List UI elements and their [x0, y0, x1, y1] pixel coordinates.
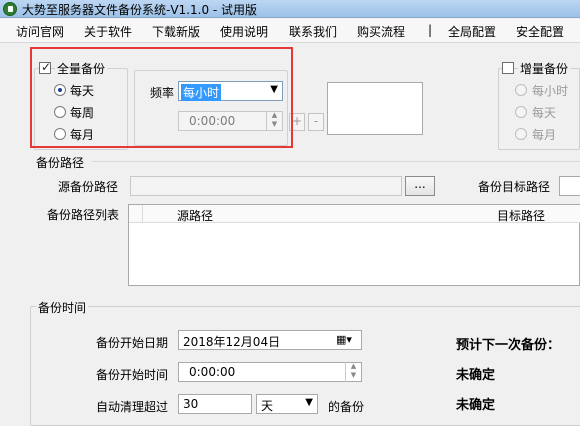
inc-radio-monthly[interactable] — [515, 128, 527, 140]
cleanup-suffix: 的备份 — [328, 400, 365, 414]
highlight-box — [30, 47, 293, 148]
start-time-value: 0:00:00 — [189, 365, 236, 379]
chevron-down-icon: ▼ — [305, 397, 313, 408]
window-title: 大势至服务器文件备份系统-V1.1.0 - 试用版 — [22, 3, 258, 17]
menu-bar: 访问官网 关于软件 下载新版 使用说明 联系我们 购买流程 | 全局配置 安全配… — [0, 19, 580, 43]
title-bar: 大势至服务器文件备份系统-V1.1.0 - 试用版 — [0, 0, 580, 18]
section-divider — [92, 161, 580, 162]
start-time-spinner[interactable]: ▲ ▼ — [345, 362, 361, 382]
menu-global-config[interactable]: 全局配置 — [448, 23, 496, 40]
row-selector-header — [129, 205, 143, 223]
remove-time-button[interactable]: - — [308, 113, 324, 131]
start-date-label: 备份开始日期 — [96, 336, 169, 350]
inc-radio-daily-label: 每天 — [532, 106, 557, 120]
inc-radio-monthly-label: 每月 — [532, 128, 557, 142]
start-date-value: 2018年12月04日 — [183, 335, 281, 349]
start-date-input[interactable]: 2018年12月04日 — [178, 330, 362, 350]
column-source-path[interactable]: 源路径 — [177, 207, 213, 224]
cleanup-days-input[interactable]: 30 — [178, 394, 252, 414]
incremental-backup-label: 增量备份 — [518, 60, 571, 77]
start-time-label: 备份开始时间 — [96, 368, 169, 382]
menu-contact[interactable]: 联系我们 — [289, 23, 337, 40]
target-path-label: 备份目标路径 — [478, 180, 551, 194]
column-target-path[interactable]: 目标路径 — [497, 207, 545, 224]
menu-separator: | — [428, 23, 433, 37]
table-header: 源路径 目标路径 — [129, 205, 580, 223]
menu-usage[interactable]: 使用说明 — [220, 23, 268, 40]
next-backup-value: 未确定 — [456, 368, 496, 383]
menu-purchase[interactable]: 购买流程 — [357, 23, 405, 40]
inc-radio-hourly-label: 每小时 — [532, 84, 569, 98]
backup-path-section-label: 备份路径 — [36, 156, 85, 170]
menu-download[interactable]: 下载新版 — [152, 23, 200, 40]
source-path-input[interactable] — [130, 176, 402, 196]
inc-radio-hourly[interactable] — [515, 84, 527, 96]
source-path-label: 源备份路径 — [58, 180, 119, 194]
target-path-input[interactable] — [559, 176, 580, 196]
next-backup-label: 预计下一次备份： — [456, 338, 561, 353]
cleanup-label: 自动清理超过 — [96, 400, 169, 414]
cleanup-unit-select[interactable]: 天 ▼ — [256, 394, 318, 414]
next-backup-value-2: 未确定 — [456, 398, 496, 413]
incremental-backup-checkbox[interactable] — [502, 62, 514, 74]
cleanup-unit-value: 天 — [261, 399, 274, 413]
path-list-label: 备份路径列表 — [47, 208, 120, 222]
menu-about[interactable]: 关于软件 — [84, 23, 132, 40]
calendar-icon[interactable]: ▦▾ — [336, 333, 352, 346]
inc-radio-daily[interactable] — [515, 106, 527, 118]
browse-button[interactable]: ... — [405, 176, 435, 196]
path-list-table[interactable]: 源路径 目标路径 — [128, 204, 580, 286]
spin-down-icon[interactable]: ▼ — [346, 371, 361, 380]
spin-up-icon[interactable]: ▲ — [346, 362, 361, 371]
start-time-input[interactable]: 0:00:00 — [178, 362, 362, 382]
time-list[interactable] — [327, 82, 423, 135]
app-icon — [3, 2, 17, 16]
backup-time-section-label: 备份时间 — [36, 299, 89, 316]
menu-security-config[interactable]: 安全配置 — [516, 23, 564, 40]
menu-visit-site[interactable]: 访问官网 — [16, 23, 64, 40]
cleanup-days-value: 30 — [183, 397, 199, 411]
